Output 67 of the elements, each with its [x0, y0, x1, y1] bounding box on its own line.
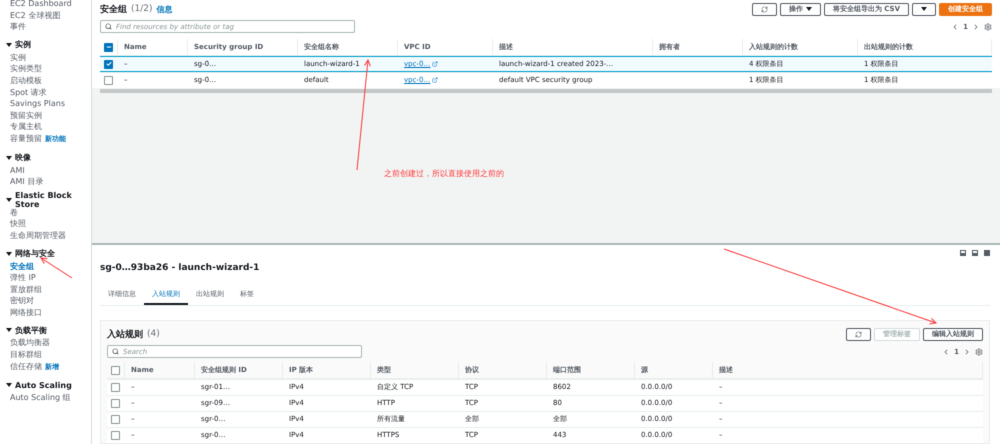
section-title[interactable]: 实例 [15, 39, 31, 50]
checkbox[interactable] [111, 398, 120, 408]
page-title: 安全组 [100, 3, 127, 16]
checkbox[interactable] [111, 366, 120, 374]
dropdown-button[interactable] [912, 2, 936, 16]
sidebar-item[interactable]: Auto Scaling 组 [6, 392, 91, 404]
settings-icon[interactable] [975, 348, 983, 356]
sidebar-item[interactable]: AMI [6, 164, 91, 176]
sidebar-item[interactable]: 专属主机 [6, 121, 91, 133]
checkbox[interactable] [104, 60, 113, 68]
rule-count: (4) [147, 329, 160, 339]
caret-icon[interactable] [6, 383, 12, 388]
sidebar-item[interactable]: 生命周期管理器 [6, 230, 91, 242]
checkbox[interactable] [111, 430, 120, 440]
selection-count: (1/2) [131, 4, 153, 14]
sidebar-item[interactable]: EC2 Dashboard [6, 0, 91, 10]
section-title[interactable]: 映像 [15, 152, 31, 164]
section-title[interactable]: 网络与安全 [15, 248, 55, 259]
sidebar-item[interactable]: 密钥对 [6, 295, 91, 307]
sidebar-item[interactable]: EC2 全球视图 [6, 10, 91, 22]
sidebar-item[interactable]: 负载均衡器 [6, 337, 91, 350]
sidebar-item[interactable]: 弹性 IP [6, 272, 91, 284]
sidebar-item[interactable]: 事件 [6, 21, 91, 33]
sidebar-item[interactable]: 实例类型 [6, 63, 91, 75]
caret-icon[interactable] [6, 252, 12, 256]
external-link-icon [432, 77, 438, 83]
scrollbar[interactable] [100, 89, 992, 93]
sidebar-item[interactable]: 安全组 [6, 260, 91, 272]
sidebar-item[interactable]: 快照 [6, 218, 91, 230]
refresh-icon [855, 330, 862, 338]
sidebar-item[interactable]: AMI 目录 [6, 176, 91, 188]
info-link[interactable]: 信息 [156, 4, 173, 14]
caret-icon[interactable] [6, 198, 12, 202]
settings-icon[interactable] [984, 22, 992, 30]
checkbox[interactable] [104, 76, 113, 84]
annotation-text: 之前创建过，所以直接使用之前的 [384, 168, 504, 179]
section-title[interactable]: 负载平衡 [15, 324, 47, 336]
checkbox[interactable] [111, 382, 120, 392]
caret-icon[interactable] [6, 156, 12, 160]
sidebar-item[interactable]: Spot 请求 [6, 86, 91, 98]
refresh-icon [760, 6, 768, 12]
refresh-button[interactable] [752, 2, 777, 16]
sidebar-item[interactable]: 启动模板 [6, 74, 91, 87]
sidebar-item[interactable]: 卷 [6, 206, 91, 218]
refresh-button[interactable] [846, 328, 871, 340]
card-title: 入站规则 [107, 328, 143, 340]
checkbox[interactable] [111, 414, 120, 424]
external-link-icon [432, 61, 438, 67]
sidebar-item[interactable]: 置放群组 [6, 284, 91, 296]
caret-icon[interactable] [6, 328, 12, 332]
check-icon [106, 61, 112, 67]
caret-icon[interactable] [6, 42, 12, 47]
next-page-icon[interactable] [972, 22, 980, 30]
sidebar-item[interactable]: 实例 [6, 52, 91, 64]
search-icon [105, 23, 112, 30]
checkbox[interactable] [104, 42, 113, 52]
search-icon [112, 348, 119, 355]
detail-title: sg-0…93ba26 - launch-wizard-1 [100, 263, 260, 275]
section-title[interactable]: Elastic Block Store [15, 190, 91, 209]
sidebar-item[interactable]: 目标群组 [6, 349, 91, 361]
next-page-icon[interactable] [963, 348, 971, 356]
section-title[interactable]: Auto Scaling [15, 380, 72, 390]
annotation-arrow [40, 258, 72, 278]
minus-icon [106, 44, 112, 50]
sidebar-item[interactable]: 预留实例 [6, 110, 91, 122]
sidebar-item[interactable]: 网络接口 [6, 306, 91, 318]
sidebar-item[interactable]: Savings Plans [6, 98, 91, 110]
